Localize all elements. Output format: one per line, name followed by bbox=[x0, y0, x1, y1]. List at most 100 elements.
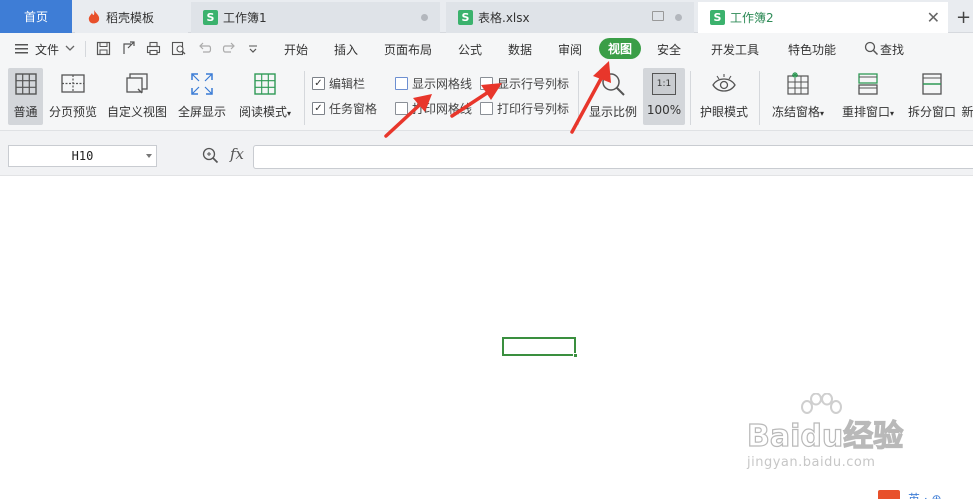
unsaved-dot-icon bbox=[421, 14, 428, 21]
one-to-one-icon: 1:1 bbox=[652, 73, 676, 95]
active-cell-h10[interactable] bbox=[502, 337, 576, 356]
menu-view-active[interactable]: 视图 bbox=[599, 38, 641, 59]
checkbox-unchecked-icon bbox=[395, 77, 408, 90]
new-window-button[interactable]: 新 bbox=[962, 68, 973, 125]
status-widget[interactable]: 英 · ⊕ bbox=[878, 487, 973, 499]
chevron-down-icon[interactable] bbox=[65, 43, 75, 53]
tab-xlsx-label: 表格.xlsx bbox=[478, 11, 530, 25]
baidu-watermark: Baidu经验 jingyan.baidu.com bbox=[745, 393, 925, 473]
zoom-search-icon[interactable] bbox=[202, 147, 219, 164]
tab-template-label: 稻壳模板 bbox=[106, 11, 155, 25]
fill-handle[interactable] bbox=[573, 353, 578, 358]
split-window-button[interactable]: 拆分窗口 bbox=[906, 68, 958, 125]
formula-input[interactable] bbox=[253, 145, 973, 169]
formula-bar: H10 fx bbox=[0, 131, 973, 176]
menu-special-features[interactable]: 特色功能 bbox=[788, 41, 836, 58]
export-icon[interactable] bbox=[121, 41, 136, 56]
dropdown-arrow-icon[interactable] bbox=[146, 154, 152, 158]
insert-function-fx[interactable]: fx bbox=[230, 145, 244, 163]
reading-mode-icon bbox=[254, 73, 276, 95]
grid-view-icon bbox=[14, 73, 37, 95]
search-icon[interactable] bbox=[864, 41, 879, 56]
cell-reference: H10 bbox=[71, 149, 94, 163]
tab-home[interactable]: 首页 bbox=[0, 0, 72, 33]
print-row-col-headers-label: 打印行号列标 bbox=[497, 102, 570, 116]
divider bbox=[690, 71, 691, 125]
new-window-label: 新 bbox=[962, 105, 973, 119]
freeze-panes-label: 冻结窗格▾ bbox=[771, 105, 825, 119]
menu-file[interactable]: 文件 bbox=[35, 41, 59, 58]
spreadsheet-s-icon: S bbox=[203, 10, 218, 25]
arrange-windows-icon bbox=[858, 73, 878, 95]
reading-mode-label: 阅读模式▾ bbox=[238, 105, 292, 119]
tab-workbook1[interactable]: S 工作簿1 bbox=[191, 2, 440, 33]
edit-bar-label: 编辑栏 bbox=[329, 77, 366, 91]
normal-view-label: 普通 bbox=[13, 105, 38, 119]
checkbox-checked-icon: ✓ bbox=[312, 102, 325, 115]
zoom-100-button[interactable]: 1:1 100% bbox=[643, 68, 685, 125]
full-screen-icon bbox=[191, 73, 213, 95]
plus-icon: + bbox=[956, 7, 972, 28]
custom-view-label: 自定义视图 bbox=[106, 105, 167, 119]
docer-flame-icon bbox=[88, 10, 100, 24]
wps-spreadsheet-window: 首页 稻壳模板 S 工作簿1 S 表格.xlsx S 工作簿2 ✕ + 文件 开… bbox=[0, 0, 973, 499]
split-window-label: 拆分窗口 bbox=[907, 105, 956, 119]
arrange-windows-button[interactable]: 重排窗口▾ bbox=[838, 68, 898, 125]
page-break-icon bbox=[61, 74, 85, 93]
spreadsheet-s-icon: S bbox=[458, 10, 473, 25]
full-screen-button[interactable]: 全屏显示 bbox=[177, 68, 227, 125]
spreadsheet-s-icon: S bbox=[710, 10, 725, 25]
eye-protection-button[interactable]: 护眼模式 bbox=[698, 68, 750, 125]
undo-icon[interactable] bbox=[197, 41, 212, 56]
page-break-preview-button[interactable]: 分页预览 bbox=[48, 68, 98, 125]
monitor-icon bbox=[652, 11, 664, 21]
annotation-arrow-gridlines bbox=[384, 94, 432, 138]
zoom-100-label: 100% bbox=[646, 103, 682, 117]
menu-page-layout[interactable]: 页面布局 bbox=[384, 41, 432, 58]
new-tab-button[interactable]: + bbox=[950, 2, 973, 33]
divider bbox=[759, 71, 760, 125]
menu-start[interactable]: 开始 bbox=[284, 41, 308, 58]
custom-view-button[interactable]: 自定义视图 bbox=[106, 68, 168, 125]
print-preview-icon[interactable] bbox=[171, 41, 186, 56]
normal-view-button[interactable]: 普通 bbox=[8, 68, 43, 125]
menu-insert[interactable]: 插入 bbox=[334, 41, 358, 58]
tab-workbook2-active[interactable]: S 工作簿2 ✕ bbox=[698, 2, 948, 33]
menu-search[interactable]: 查找 bbox=[880, 41, 904, 58]
split-window-icon bbox=[922, 73, 942, 95]
page-break-preview-label: 分页预览 bbox=[48, 105, 97, 119]
reading-mode-button[interactable]: 阅读模式▾ bbox=[236, 68, 294, 125]
close-tab-icon[interactable]: ✕ bbox=[927, 8, 940, 27]
tab-template[interactable]: 稻壳模板 bbox=[75, 2, 188, 33]
tab-xlsx[interactable]: S 表格.xlsx bbox=[446, 2, 694, 33]
task-pane-checkbox[interactable]: ✓ 任务窗格 bbox=[312, 100, 377, 117]
tab-workbook2-label: 工作簿2 bbox=[730, 11, 774, 25]
watermark-title: Baidu经验 bbox=[746, 418, 904, 454]
arrange-windows-label: 重排窗口▾ bbox=[841, 105, 895, 119]
watermark-url: jingyan.baidu.com bbox=[747, 455, 876, 470]
eye-protection-label: 护眼模式 bbox=[699, 105, 748, 119]
menu-security[interactable]: 安全 bbox=[657, 41, 681, 58]
freeze-panes-button[interactable]: 冻结窗格▾ bbox=[768, 68, 828, 125]
edit-bar-checkbox[interactable]: ✓ 编辑栏 bbox=[312, 75, 365, 92]
menu-developer[interactable]: 开发工具 bbox=[711, 41, 759, 58]
tab-home-label: 首页 bbox=[23, 10, 48, 24]
menu-review[interactable]: 审阅 bbox=[558, 41, 582, 58]
hamburger-icon[interactable] bbox=[14, 41, 29, 56]
customize-toolbar-icon[interactable] bbox=[248, 44, 258, 54]
menu-formulas[interactable]: 公式 bbox=[458, 41, 482, 58]
eye-icon bbox=[712, 74, 736, 92]
save-icon[interactable] bbox=[96, 41, 111, 56]
freeze-panes-icon bbox=[787, 72, 809, 95]
print-icon[interactable] bbox=[146, 41, 161, 56]
tab-workbook1-label: 工作簿1 bbox=[223, 11, 267, 25]
menu-data[interactable]: 数据 bbox=[508, 41, 532, 58]
one-to-one-text: 1:1 bbox=[656, 79, 672, 89]
unsaved-dot-icon bbox=[675, 14, 682, 21]
document-tab-bar: 首页 稻壳模板 S 工作簿1 S 表格.xlsx S 工作簿2 ✕ + bbox=[0, 0, 973, 33]
full-screen-label: 全屏显示 bbox=[177, 105, 226, 119]
name-box[interactable]: H10 bbox=[8, 145, 157, 167]
menu-bar: 文件 开始 插入 页面布局 公式 数据 审阅 视图 安全 开发工具 特色功能 查… bbox=[0, 33, 973, 65]
annotation-arrow-row-col-headers bbox=[450, 83, 502, 118]
redo-icon[interactable] bbox=[222, 41, 237, 56]
